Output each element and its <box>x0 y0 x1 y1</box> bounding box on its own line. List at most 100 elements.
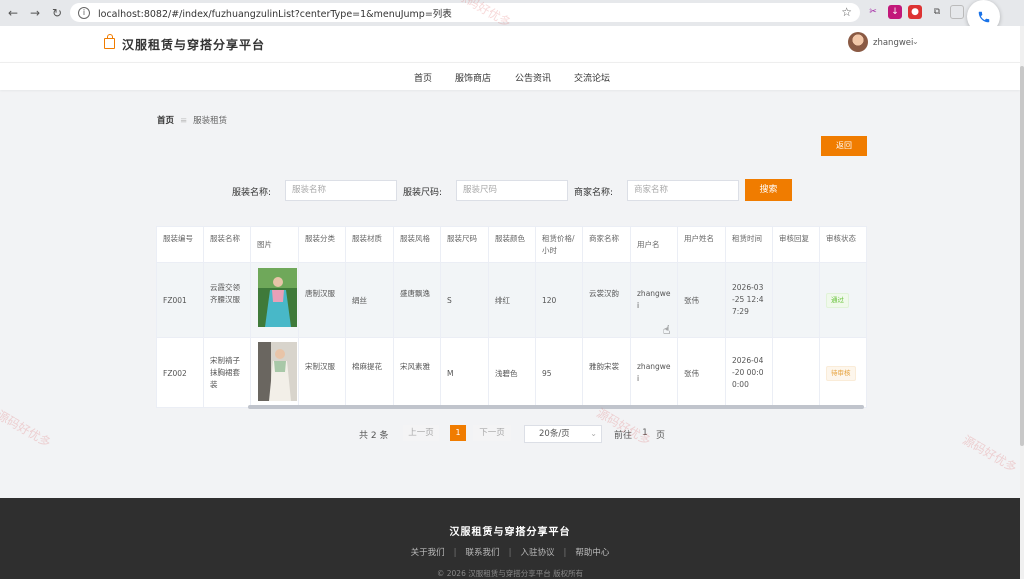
chevron-down-icon[interactable]: ⌄ <box>912 37 919 46</box>
cell-name: 宋制褙子抹胸裙套装 <box>204 338 251 407</box>
garment-photo[interactable] <box>258 268 297 327</box>
page-size-value: 20条/页 <box>539 429 570 439</box>
cell-category: 唐制汉服 <box>299 263 346 338</box>
menu-item-shop[interactable]: 服饰商店 <box>455 71 491 84</box>
cell-shop: 雅韵宋裳 <box>583 338 631 407</box>
column-header: 服装风格 <box>394 227 441 263</box>
cell-username: zhangwei <box>631 338 678 407</box>
footer-link-about[interactable]: 关于我们 <box>411 548 445 558</box>
cell-image <box>251 263 299 338</box>
column-header: 审核状态 <box>820 227 866 263</box>
footer-divider: | <box>563 548 567 558</box>
cell-code: FZ002 <box>157 338 204 407</box>
cell-style: 盛唐飘逸 <box>394 263 441 338</box>
scissors-icon[interactable]: ✂ <box>866 5 880 19</box>
cell-category: 宋制汉服 <box>299 338 346 407</box>
back-arrow-icon[interactable]: ← <box>4 4 22 22</box>
page-size-select[interactable]: 20条/页 ⌄ <box>524 425 602 443</box>
cell-image <box>251 338 299 407</box>
watermark: 源码好优多 <box>960 432 1020 475</box>
browser-toolbar: ← → ↻ i localhost:8082/#/index/fuzhuangz… <box>0 0 1024 26</box>
cell-size: M <box>441 338 489 407</box>
cell-name: 云霞交领齐腰汉服 <box>204 263 251 338</box>
column-header: 租赁时间 <box>726 227 773 263</box>
column-header: 图片 <box>251 227 299 263</box>
footer-divider: | <box>453 548 457 558</box>
footer-link-help[interactable]: 帮助中心 <box>575 548 609 558</box>
menu-item-home[interactable]: 首页 <box>414 71 432 84</box>
cell-material: 绢丝 <box>346 263 394 338</box>
search-label-name: 服装名称: <box>232 188 272 198</box>
footer-links: 关于我们 | 联系我们 | 入驻协议 | 帮助中心 <box>0 546 1020 558</box>
search-input-shop[interactable]: 商家名称 <box>627 180 739 201</box>
column-header: 服装材质 <box>346 227 394 263</box>
site-info-icon[interactable]: i <box>78 6 90 19</box>
search-button[interactable]: 搜索 <box>745 179 792 201</box>
menu-item-forum[interactable]: 交流论坛 <box>574 71 610 84</box>
page-vertical-scrollbar[interactable] <box>1020 26 1024 579</box>
extension-icon[interactable]: ● <box>908 5 922 19</box>
status-badge: 通过 <box>826 293 849 308</box>
search-label-shop: 商家名称: <box>574 188 614 198</box>
watermark: 源码好优多 <box>0 407 54 450</box>
footer-title: 汉服租赁与穿搭分享平台 <box>449 527 571 538</box>
bookmark-star-icon[interactable]: ☆ <box>841 5 852 19</box>
search-input-name[interactable]: 服装名称 <box>285 180 397 201</box>
shopping-bag-icon <box>104 34 115 49</box>
window-icon[interactable] <box>950 5 964 19</box>
forward-arrow-icon[interactable]: → <box>26 4 44 22</box>
column-header: 服装尺码 <box>441 227 489 263</box>
chevron-down-icon: ⌄ <box>590 429 597 438</box>
footer-link-contact[interactable]: 联系我们 <box>466 548 500 558</box>
cell-time: 2026-03-25 12:47:29 <box>726 263 773 338</box>
menu-item-news[interactable]: 公告资讯 <box>515 71 551 84</box>
page-number-current[interactable]: 1 <box>450 425 466 441</box>
column-header: 商家名称 <box>583 227 631 263</box>
cell-username: zhangwei <box>631 263 678 338</box>
table-horizontal-scrollbar[interactable] <box>248 405 864 409</box>
cell-size: S <box>441 263 489 338</box>
cell-reply <box>773 263 820 338</box>
hand-pointer-icon: ☝ <box>663 323 671 337</box>
garment-photo[interactable] <box>258 342 297 401</box>
cell-time: 2026-04-20 00:00:00 <box>726 338 773 407</box>
column-header: 服装编号 <box>157 227 204 263</box>
footer-copyright: © 2026 汉服租赁与穿搭分享平台 版权所有 <box>436 569 584 578</box>
cell-color: 绯红 <box>489 263 536 338</box>
prev-page-button[interactable]: 上一页 <box>403 425 439 441</box>
search-input-size[interactable]: 服装尺码 <box>456 180 568 201</box>
back-button[interactable]: 返回 <box>821 136 867 156</box>
cell-status: 通过 <box>820 263 866 338</box>
column-header: 服装分类 <box>299 227 346 263</box>
site-header: 汉服租赁与穿搭分享平台 zhangwei ⌄ <box>0 26 1020 62</box>
cell-reply <box>773 338 820 407</box>
column-header: 服装颜色 <box>489 227 536 263</box>
column-header: 服装名称 <box>204 227 251 263</box>
column-header: 用户姓名 <box>678 227 726 263</box>
footer-divider: | <box>508 548 512 558</box>
reload-icon[interactable]: ↻ <box>48 4 66 22</box>
column-header: 租赁价格/小时 <box>536 227 583 263</box>
next-page-button[interactable]: 下一页 <box>473 425 511 441</box>
cell-material: 棉麻提花 <box>346 338 394 407</box>
search-label-size: 服装尺码: <box>403 188 443 198</box>
cell-code: FZ001 <box>157 263 204 338</box>
cell-realname: 张伟 <box>678 263 726 338</box>
cell-status: 待审核 <box>820 338 866 407</box>
pagination-total: 共 2 条 <box>359 431 389 441</box>
scrollbar-thumb[interactable] <box>1020 66 1024 446</box>
site-title[interactable]: 汉服租赁与穿搭分享平台 <box>122 36 265 53</box>
cell-style: 宋风素雅 <box>394 338 441 407</box>
user-name[interactable]: zhangwei <box>873 38 913 48</box>
goto-unit: 页 <box>656 431 666 441</box>
avatar[interactable] <box>848 32 868 52</box>
cell-color: 浅碧色 <box>489 338 536 407</box>
footer-link-agreement[interactable]: 入驻协议 <box>520 548 554 558</box>
download-ext-icon[interactable]: ↓ <box>888 5 902 19</box>
cell-price: 95 <box>536 338 583 407</box>
breadcrumb-home[interactable]: 首页 <box>157 116 174 126</box>
main-menu: 首页 服饰商店 公告资讯 交流论坛 <box>0 62 1020 90</box>
cell-price: 120 <box>536 263 583 338</box>
column-header: 用户名 <box>631 227 678 263</box>
puzzle-icon[interactable]: ⧉ <box>930 5 944 19</box>
